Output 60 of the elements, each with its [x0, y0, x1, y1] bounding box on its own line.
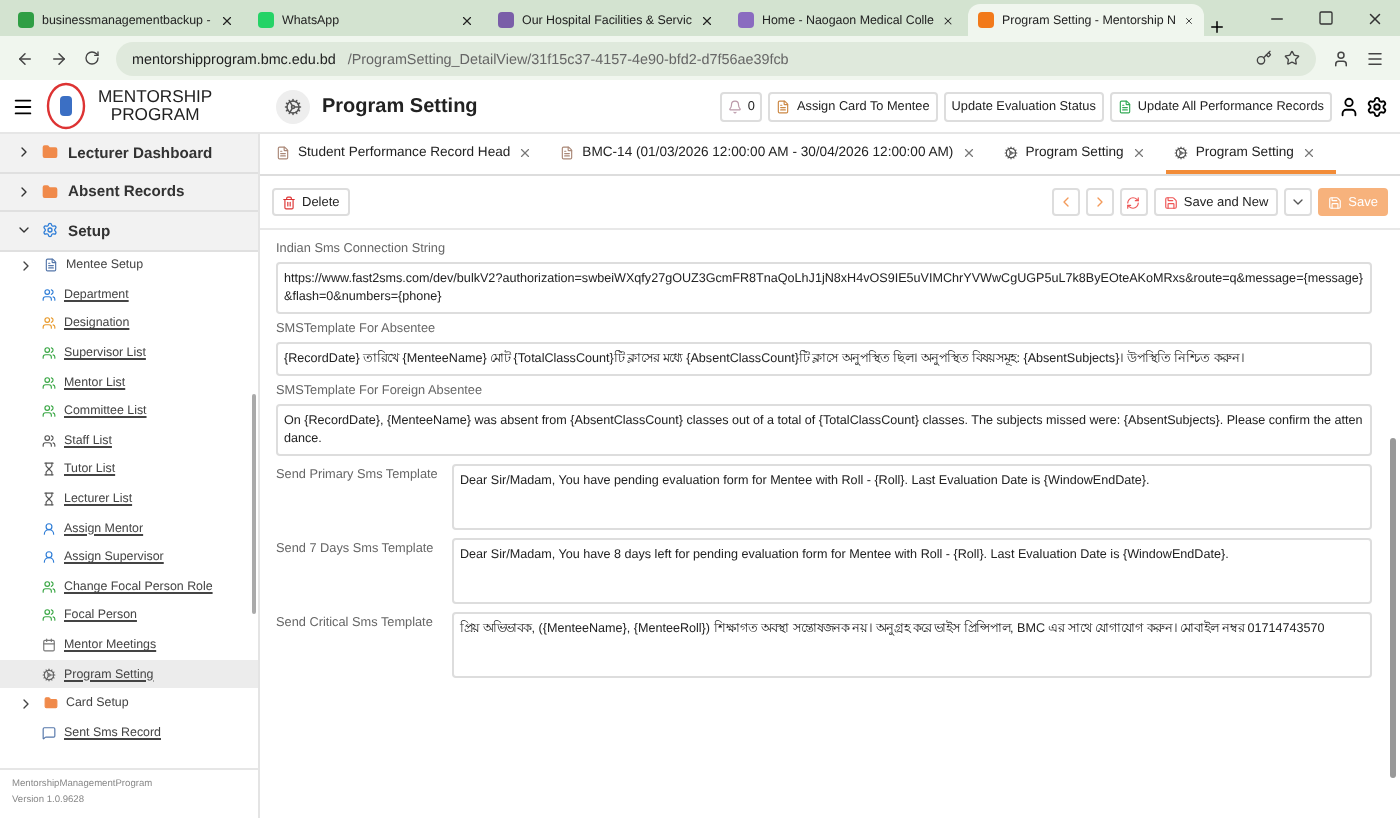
- menu-icon[interactable]: [1366, 49, 1384, 67]
- reload-icon[interactable]: [84, 50, 100, 66]
- forward-icon[interactable]: [50, 49, 68, 67]
- hourglass-icon: [42, 462, 56, 477]
- people-icon: [42, 346, 56, 361]
- site-icon: [978, 12, 994, 28]
- document-icon: [1117, 99, 1132, 113]
- people-icon: [42, 287, 56, 302]
- folder-icon: [42, 144, 58, 161]
- site-icon: [18, 12, 34, 28]
- profile-icon[interactable]: [1332, 49, 1350, 67]
- document-icon: [776, 99, 791, 113]
- people-icon: [42, 433, 56, 448]
- site-icon: [738, 12, 754, 28]
- document-icon: [44, 258, 58, 273]
- user-icon: [42, 550, 56, 565]
- site-icon: [498, 12, 514, 28]
- star-icon[interactable]: [1284, 50, 1300, 66]
- refresh-icon: [1126, 195, 1141, 209]
- document-icon: [560, 145, 575, 159]
- chevron-right-icon: [16, 144, 32, 161]
- people-icon: [42, 404, 56, 419]
- chevron-right-icon: [16, 183, 32, 200]
- logo-icon: [46, 82, 86, 130]
- folder-icon: [44, 696, 58, 711]
- user-icon: [42, 521, 56, 536]
- close-icon[interactable]: [700, 13, 714, 27]
- close-icon[interactable]: [1366, 9, 1384, 27]
- close-icon[interactable]: [460, 13, 474, 27]
- save-icon: [1328, 195, 1343, 209]
- close-icon[interactable]: [941, 13, 954, 27]
- page-title: Program Setting: [322, 95, 478, 117]
- hourglass-icon: [42, 492, 56, 507]
- scrollbar-thumb[interactable]: [252, 394, 256, 614]
- site-icon: [258, 12, 274, 28]
- bell-icon: [727, 99, 742, 113]
- user-icon[interactable]: [1338, 95, 1360, 117]
- message-icon: [42, 725, 56, 740]
- back-icon[interactable]: [16, 49, 34, 67]
- settings-icon[interactable]: [1366, 95, 1388, 117]
- menu-icon[interactable]: [12, 95, 34, 117]
- save-icon: [1163, 195, 1178, 209]
- people-icon: [42, 608, 56, 623]
- trash-icon: [282, 195, 296, 209]
- chevron-right-icon: [18, 695, 34, 712]
- chevron-right-icon: [18, 257, 34, 274]
- chevron-down-icon: [1290, 194, 1307, 210]
- new-tab-icon[interactable]: [1208, 18, 1226, 36]
- app-title: MENTORSHIP PROGRAM: [98, 88, 213, 124]
- close-icon[interactable]: [220, 13, 234, 27]
- calendar-icon: [42, 638, 56, 653]
- key-icon[interactable]: [1256, 50, 1272, 66]
- people-icon: [42, 375, 56, 390]
- folder-icon: [42, 183, 58, 200]
- scrollbar-thumb[interactable]: [1390, 438, 1396, 778]
- refresh-button[interactable]: [1119, 188, 1148, 216]
- people-icon: [42, 316, 56, 331]
- maximize-icon[interactable]: [1318, 10, 1334, 26]
- people-icon: [42, 579, 56, 594]
- document-icon: [276, 145, 290, 159]
